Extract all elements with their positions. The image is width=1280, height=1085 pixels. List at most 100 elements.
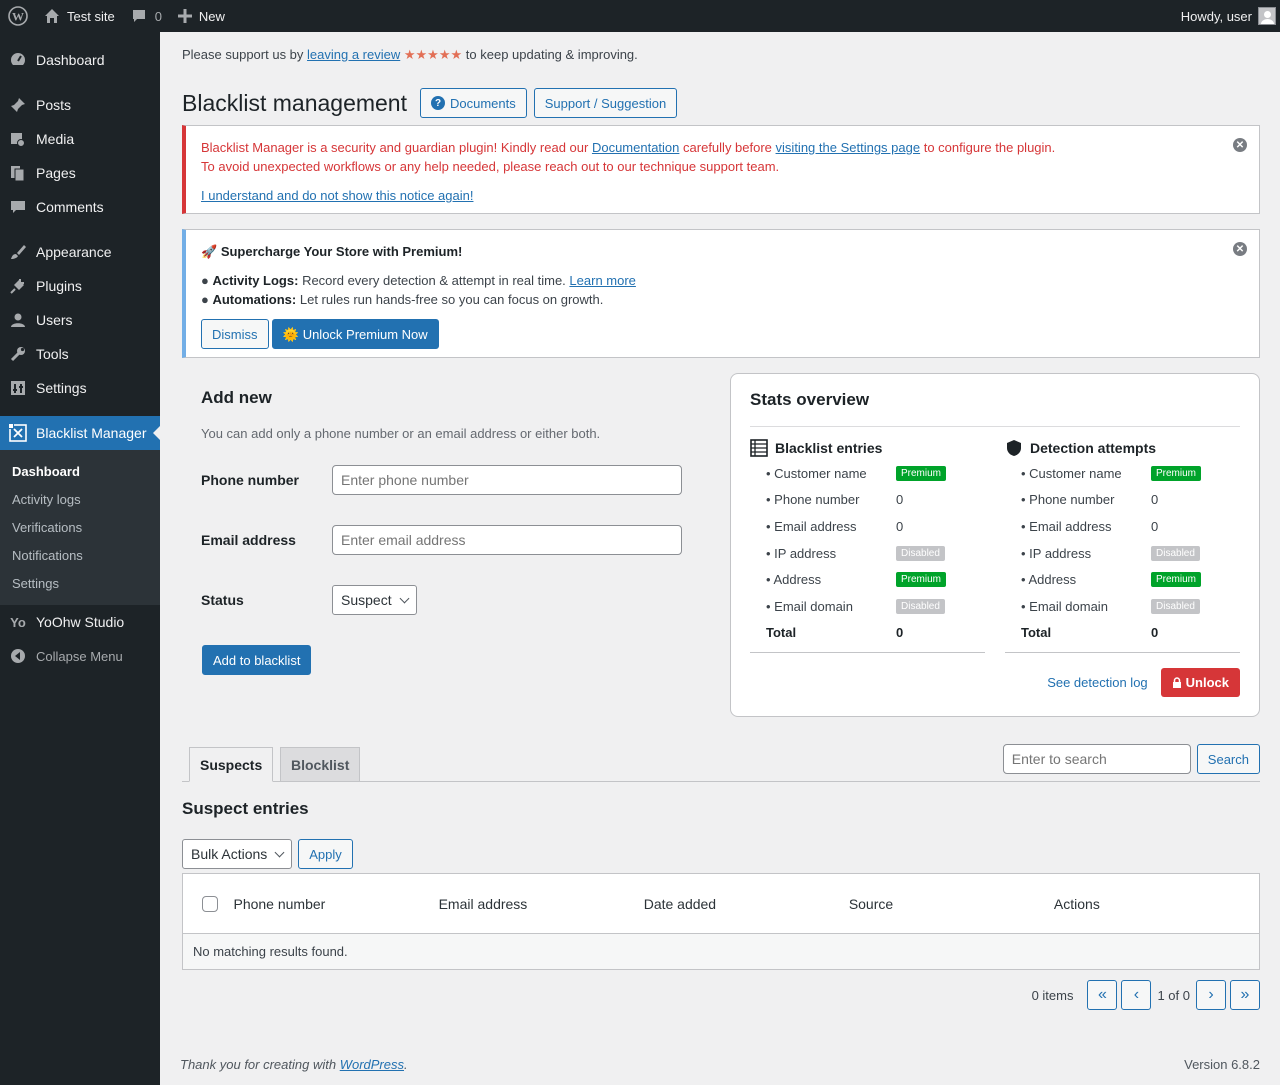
unlock-premium-button[interactable]: 🌞 Unlock Premium Now [271,319,439,349]
comments-link[interactable]: 0 [123,0,170,32]
home-icon [44,8,60,24]
comment-icon [8,197,28,217]
phone-input[interactable] [332,465,682,495]
stat-row: • IP address Disabled [1005,540,1240,567]
stat-row: • IP address Disabled [750,540,985,567]
wordpress-logo-icon[interactable]: W [0,0,36,32]
support-suffix: to keep updating & improving. [465,47,638,62]
my-account-link[interactable]: Howdy, user [1173,0,1280,32]
see-detection-log-link[interactable]: See detection log [1047,675,1147,690]
stat-label: • Phone number [1021,492,1115,508]
dismiss-button[interactable]: Dismiss [201,319,269,349]
wordpress-link[interactable]: WordPress [340,1057,404,1072]
svg-text:W: W [12,10,24,24]
menu-plugins[interactable]: Plugins [0,269,160,303]
bulk-actions-select[interactable]: Bulk Actions [182,839,293,869]
site-name-link[interactable]: Test site [36,0,123,32]
email-label: Email address [201,532,296,548]
tab-blocklist[interactable]: Blocklist [280,747,361,782]
menu-pages[interactable]: Pages [0,156,160,190]
submenu-verifications[interactable]: Verifications [0,513,160,541]
column-source[interactable]: Source [849,896,1054,912]
first-page-button[interactable]: « [1087,980,1118,1010]
close-icon[interactable]: ✕ [1233,138,1247,152]
notice-line-1: Blacklist Manager is a security and guar… [201,138,1244,157]
support-banner: Please support us by leaving a review ★★… [182,47,638,63]
bulk-actions-bar: Bulk Actions Apply [182,839,353,869]
unlock-premium-label: Unlock Premium Now [302,326,428,342]
notice-text: carefully before [683,140,772,155]
total-label: Total [766,625,797,641]
stat-row: • Email domain Disabled [1005,593,1240,620]
column-phone-number[interactable]: Phone number [233,896,438,912]
lock-icon [1172,677,1182,688]
apply-button[interactable]: Apply [298,839,353,869]
menu-users[interactable]: Users [0,303,160,337]
stat-row: • Address Premium [1005,566,1240,593]
premium-title: Supercharge Your Store with Premium! [220,244,463,259]
menu-settings[interactable]: Settings [0,371,160,405]
last-page-button[interactable]: » [1230,980,1260,1010]
total-value: 0 [896,625,904,641]
next-page-button[interactable]: › [1196,980,1226,1010]
tab-suspects[interactable]: Suspects [189,747,274,782]
close-icon[interactable]: ✕ [1233,242,1247,256]
status-select[interactable]: Suspect [332,585,417,615]
unlock-button[interactable]: Unlock [1160,668,1240,697]
select-all-checkbox[interactable] [202,895,218,912]
documentation-link[interactable]: Documentation [592,140,679,155]
menu-blacklist-manager[interactable]: Blacklist Manager [0,416,160,450]
review-stars: ★★★★★ [403,47,463,62]
dont-show-again-link[interactable]: I understand and do not show this notice… [201,188,473,203]
table-header: Phone number Email address Date added So… [183,874,1259,934]
email-input[interactable] [332,525,682,555]
stat-label: • Email domain [766,598,853,614]
stat-label: • Phone number [766,492,860,508]
collapse-menu-button[interactable]: Collapse Menu [0,639,160,673]
menu-label: Pages [36,165,76,181]
brush-icon [8,242,28,262]
column-actions: Actions [1053,895,1100,912]
menu-dashboard[interactable]: Dashboard [0,43,160,77]
prev-page-button[interactable]: ‹ [1121,980,1152,1010]
howdy-text: Howdy, user [1180,8,1252,24]
menu-appearance[interactable]: Appearance [0,235,160,269]
submenu-settings[interactable]: Settings [0,569,160,597]
search-input[interactable] [1002,744,1191,774]
stats-overview-panel: Stats overview Blacklist entries • Custo… [730,373,1260,717]
menu-label: Posts [36,97,72,113]
column-email-address[interactable]: Email address [439,896,644,912]
menu-media[interactable]: Media [0,122,160,156]
premium-title-row: 🚀 Supercharge Your Store with Premium! [201,242,1244,261]
menu-label: YoOhw Studio [36,614,125,630]
table-icon [750,439,768,457]
menu-tools[interactable]: Tools [0,337,160,371]
chevron-down-icon [274,847,285,858]
menu-posts[interactable]: Posts [0,88,160,122]
support-button[interactable]: Support / Suggestion [533,88,678,118]
blacklist-rows: • Customer name Premium • Phone number 0 • E… [750,460,985,620]
column-date-added[interactable]: Date added [644,896,849,912]
submenu-notifications[interactable]: Notifications [0,541,160,569]
submenu-activity-logs[interactable]: Activity logs [0,485,160,513]
page-header: Blacklist management ? Documents Support… [182,88,678,118]
learn-more-link[interactable]: Learn more [569,273,635,288]
feature-label: Automations: [212,292,297,307]
stat-label: • Address [1021,572,1077,588]
blacklist-icon [8,423,28,443]
add-new-description: You can add only a phone number or an em… [201,426,601,441]
new-content-link[interactable]: New [170,0,233,32]
review-link[interactable]: leaving a review [307,47,400,62]
yo-icon: Yo [10,614,26,630]
current-page: 1 of 0 [1157,987,1190,1003]
submenu-dashboard[interactable]: Dashboard [0,457,160,485]
stat-row: • Email domain Disabled [750,593,985,620]
settings-page-link[interactable]: visiting the Settings page [776,140,921,155]
footer-thanks: Thank you for creating with WordPress. [180,1057,408,1072]
documents-button[interactable]: ? Documents [420,88,527,118]
menu-yoohw-studio[interactable]: Yo YoOhw Studio [0,605,160,639]
menu-label: Appearance [36,244,112,260]
search-button[interactable]: Search [1196,744,1260,774]
menu-comments[interactable]: Comments [0,190,160,224]
add-to-blacklist-button[interactable]: Add to blacklist [202,645,312,675]
